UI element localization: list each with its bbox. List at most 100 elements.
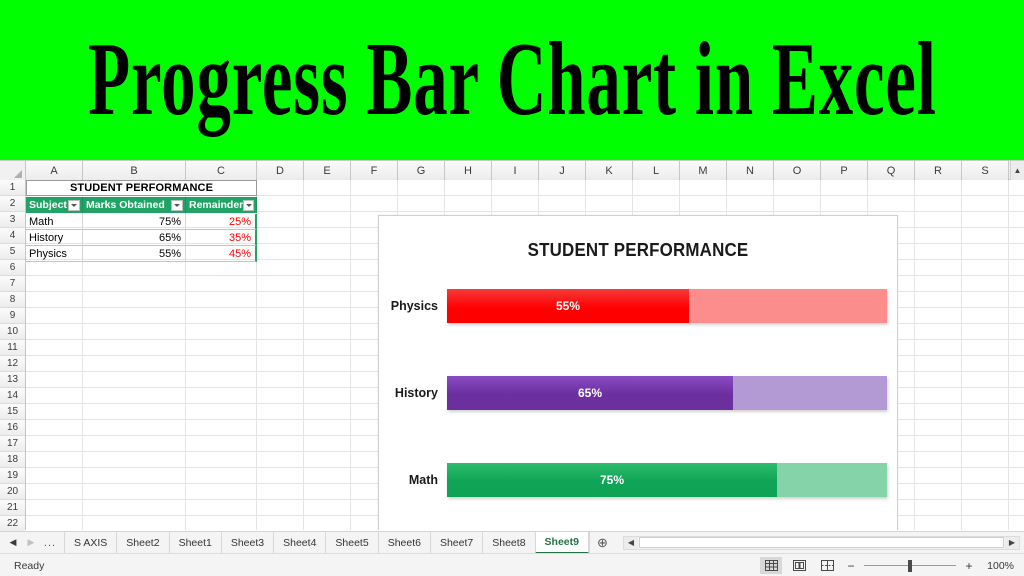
grid-cell[interactable] [915,276,962,292]
grid-cell[interactable] [257,196,304,212]
grid-cell[interactable] [962,244,1009,260]
grid-cell[interactable] [186,436,257,452]
grid-cell[interactable] [186,388,257,404]
grid-cell[interactable] [304,372,351,388]
grid-cell[interactable] [83,436,186,452]
chart-bar-fill[interactable]: 55% [447,289,689,323]
grid-cell[interactable] [915,500,962,516]
grid-cell[interactable] [304,324,351,340]
grid-cell[interactable] [257,500,304,516]
zoom-slider-thumb[interactable] [908,559,912,572]
grid-cell[interactable] [186,420,257,436]
grid-cell[interactable] [186,356,257,372]
zoom-percentage[interactable]: 100% [982,560,1014,572]
grid-cell[interactable] [257,420,304,436]
grid-cell[interactable] [26,452,83,468]
grid-cell[interactable] [257,244,304,260]
grid-cell[interactable] [26,484,83,500]
grid-cell[interactable] [304,468,351,484]
grid-cell[interactable] [257,292,304,308]
grid-cell[interactable] [83,404,186,420]
grid-cell[interactable] [868,196,915,212]
sheet-tab-sheet8[interactable]: Sheet8 [482,531,535,554]
page-break-view-icon[interactable] [816,557,838,574]
table-row[interactable]: Physics 55% 45% [26,246,257,262]
row-header-17[interactable]: 17 [0,436,25,452]
row-header-21[interactable]: 21 [0,500,25,516]
grid-cell[interactable] [304,516,351,530]
table-row[interactable]: Math 75% 25% [26,214,257,230]
row-header-13[interactable]: 13 [0,372,25,388]
grid-cell[interactable] [83,388,186,404]
grid-cell[interactable] [304,388,351,404]
grid-cell[interactable] [304,500,351,516]
grid-cell[interactable] [727,196,774,212]
grid-cell[interactable] [257,436,304,452]
grid-cell[interactable] [962,308,1009,324]
worksheet-grid[interactable]: STUDENT PERFORMANCE Subject Marks Obtaine… [26,180,1024,530]
grid-cell[interactable] [186,308,257,324]
grid-cell[interactable] [83,372,186,388]
column-header-r[interactable]: R [915,161,962,180]
grid-cell[interactable] [26,276,83,292]
grid-cell[interactable] [915,356,962,372]
grid-cell[interactable] [257,484,304,500]
grid-cell[interactable] [915,228,962,244]
table-row[interactable]: History 65% 35% [26,230,257,246]
column-header-h[interactable]: H [445,161,492,180]
row-header-20[interactable]: 20 [0,484,25,500]
grid-cell[interactable] [304,356,351,372]
grid-cell[interactable] [304,436,351,452]
grid-cell[interactable] [26,324,83,340]
grid-cell[interactable] [83,292,186,308]
column-header-k[interactable]: K [586,161,633,180]
grid-cell[interactable] [539,196,586,212]
grid-cell[interactable] [962,196,1009,212]
column-header-a[interactable]: A [26,161,83,180]
sheet-tab-sheet3[interactable]: Sheet3 [220,531,274,554]
grid-cell[interactable] [26,436,83,452]
grid-cell[interactable] [304,484,351,500]
grid-cell[interactable] [257,356,304,372]
zoom-out-button[interactable]: − [844,559,858,573]
grid-cell[interactable] [83,468,186,484]
grid-cell[interactable] [257,180,304,196]
sheet-overflow-icon[interactable]: ... [40,534,60,552]
filter-dropdown-icon[interactable] [68,199,80,211]
grid-cell[interactable] [915,308,962,324]
grid-cell[interactable] [257,260,304,276]
grid-cell[interactable] [915,452,962,468]
column-header-e[interactable]: E [304,161,351,180]
grid-cell[interactable] [304,212,351,228]
grid-cell[interactable] [915,420,962,436]
grid-cell[interactable] [257,212,304,228]
row-header-4[interactable]: 4 [0,228,25,244]
column-header-l[interactable]: L [633,161,680,180]
grid-cell[interactable] [26,404,83,420]
grid-cell[interactable] [962,404,1009,420]
row-header-18[interactable]: 18 [0,452,25,468]
grid-cell[interactable] [962,372,1009,388]
normal-view-icon[interactable] [760,557,782,574]
zoom-slider[interactable] [864,559,956,573]
grid-cell[interactable] [633,196,680,212]
grid-cell[interactable] [492,196,539,212]
grid-cell[interactable] [257,468,304,484]
grid-cell[interactable] [962,436,1009,452]
grid-cell[interactable] [83,420,186,436]
grid-cell[interactable] [304,276,351,292]
cell-rem[interactable]: 25% [186,214,257,230]
column-header-c[interactable]: C [186,161,257,180]
grid-cell[interactable] [257,404,304,420]
grid-cell[interactable] [186,340,257,356]
horizontal-scrollbar[interactable]: ◀ ▶ [622,535,1020,550]
grid-cell[interactable] [680,196,727,212]
grid-cell[interactable] [186,468,257,484]
column-header-q[interactable]: Q [868,161,915,180]
row-header-6[interactable]: 6 [0,260,25,276]
chart-bar-row-history[interactable]: History 65% [379,373,899,413]
grid-cell[interactable] [633,180,680,196]
grid-cell[interactable] [915,404,962,420]
row-header-2[interactable]: 2 [0,196,25,212]
cell-subject[interactable]: History [26,230,83,246]
